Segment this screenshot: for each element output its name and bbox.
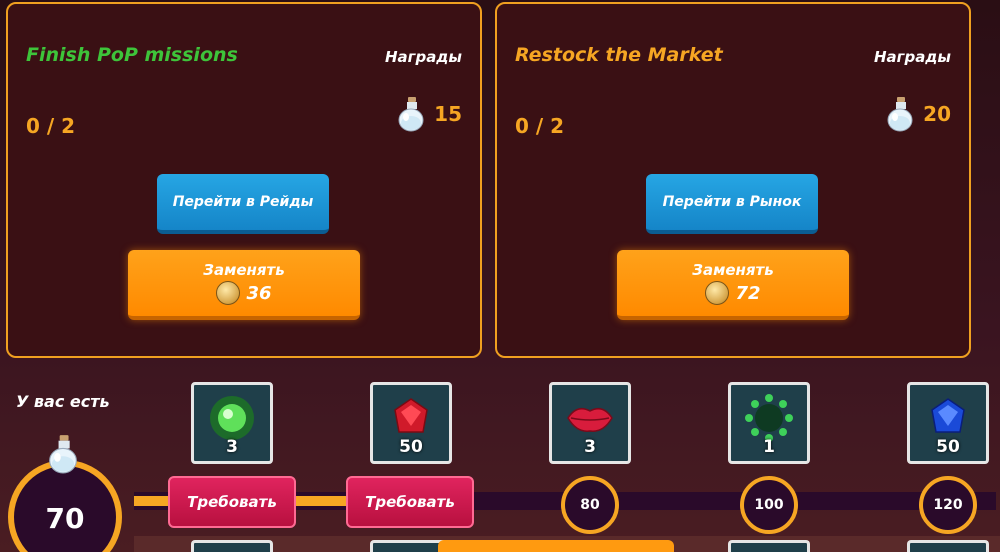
coin-icon (216, 281, 241, 305)
reward-amount: 20 (923, 102, 951, 126)
next-row-button (438, 540, 674, 552)
potion-icon (398, 97, 424, 132)
tier-threshold: 100 (740, 476, 798, 534)
lips-icon (567, 408, 613, 433)
reward-item[interactable]: 3 (191, 382, 273, 464)
next-row-item (728, 540, 810, 552)
reward-qty: 50 (399, 437, 423, 457)
tier-threshold: 80 (561, 476, 619, 534)
reward-item[interactable]: 50 (907, 382, 989, 464)
replace-cost: 72 (705, 281, 761, 305)
replace-button[interactable]: Заменять 72 (617, 250, 849, 320)
reward-qty: 50 (936, 437, 960, 457)
reward: 15 (396, 96, 462, 132)
blue-gem-icon (931, 398, 965, 434)
next-row-item (907, 540, 989, 552)
replace-cost-amount: 36 (246, 282, 272, 304)
rewards-label: Награды (873, 48, 951, 66)
reward-qty: 3 (226, 437, 238, 457)
claim-button[interactable]: Требовать (346, 476, 474, 528)
mission-progress: 0 / 2 (26, 114, 76, 138)
claim-button[interactable]: Требовать (168, 476, 296, 528)
points-amount: 70 (45, 502, 85, 535)
go-to-raids-button[interactable]: Перейти в Рейды (157, 174, 329, 234)
mission-title: Finish PoP missions (26, 44, 238, 66)
replace-cost-amount: 72 (735, 282, 761, 304)
reward: 20 (885, 96, 951, 132)
mission-progress: 0 / 2 (515, 114, 565, 138)
next-row-item (191, 540, 273, 552)
have-label: У вас есть (16, 392, 110, 411)
reward-amount: 15 (434, 102, 462, 126)
potion-icon (887, 97, 913, 132)
reward-item[interactable]: 50 (370, 382, 452, 464)
replace-cost: 36 (216, 281, 272, 305)
reward-item[interactable]: 3 (549, 382, 631, 464)
mission-card-pop: Finish PoP missions Награды 0 / 2 15 Пер… (6, 2, 482, 358)
replace-button[interactable]: Заменять 36 (128, 250, 360, 320)
rewards-label: Награды (384, 48, 462, 66)
mission-card-market: Restock the Market Награды 0 / 2 20 Пере… (495, 2, 971, 358)
mission-title: Restock the Market (515, 44, 723, 66)
potion-icon (49, 435, 77, 474)
red-gem-icon (394, 398, 428, 434)
replace-label: Заменять (203, 261, 285, 279)
reward-item[interactable]: 1 (728, 382, 810, 464)
replace-label: Заменять (692, 261, 774, 279)
reward-qty: 3 (584, 437, 596, 457)
coin-icon (705, 281, 730, 305)
go-to-market-button[interactable]: Перейти в Рынок (646, 174, 818, 234)
tier-threshold: 120 (919, 476, 977, 534)
reward-qty: 1 (763, 437, 775, 457)
